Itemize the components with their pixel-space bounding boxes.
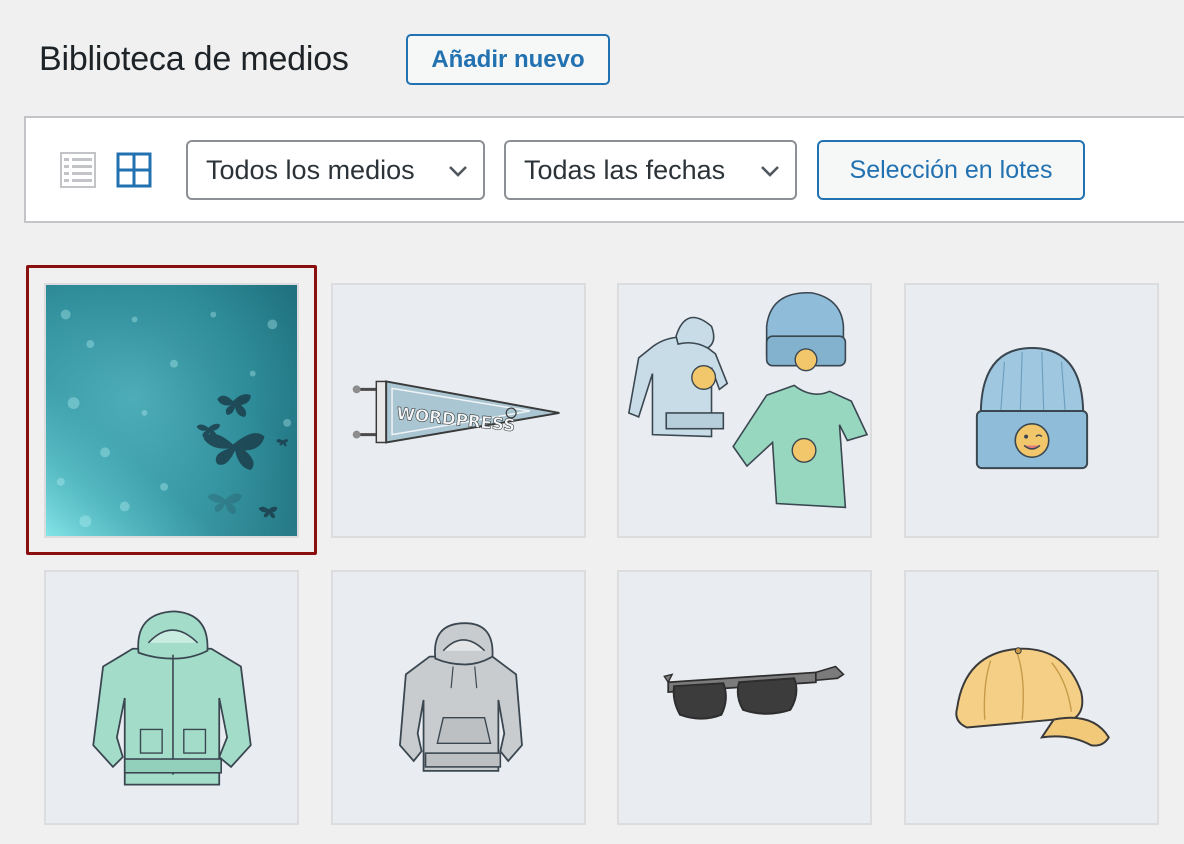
media-item-sunglasses[interactable] xyxy=(617,570,872,825)
media-item-bokeh-butterflies[interactable] xyxy=(44,283,299,538)
media-toolbar: Todos los medios Todas las fechas Selecc… xyxy=(24,116,1184,223)
list-icon xyxy=(60,152,96,188)
grey-hoodie-thumbnail xyxy=(399,622,523,772)
date-select[interactable]: Todas las fechas xyxy=(504,140,797,200)
media-type-select-value: Todos los medios xyxy=(206,154,415,185)
list-view-button[interactable] xyxy=(58,150,98,190)
media-item-cap[interactable] xyxy=(904,570,1159,825)
media-item-clothing-set[interactable] xyxy=(617,283,872,538)
grid-view-button[interactable] xyxy=(114,150,154,190)
media-item-zip-hoodie[interactable] xyxy=(44,570,299,825)
media-type-select[interactable]: Todos los medios xyxy=(186,140,485,200)
media-item-grey-hoodie[interactable] xyxy=(331,570,586,825)
bulk-select-button[interactable]: Selección en lotes xyxy=(817,140,1085,200)
clothing-set-thumbnail xyxy=(627,292,869,509)
date-select-value: Todas las fechas xyxy=(524,154,726,185)
chevron-down-icon xyxy=(449,166,467,177)
bokeh-butterflies-thumbnail xyxy=(46,285,297,536)
media-item-beanie[interactable] xyxy=(904,283,1159,538)
page-title: Biblioteca de medios xyxy=(39,40,349,78)
add-new-button[interactable]: Añadir nuevo xyxy=(406,34,610,85)
sunglasses-thumbnail xyxy=(663,665,845,720)
chevron-down-icon xyxy=(761,166,779,177)
zip-hoodie-thumbnail xyxy=(92,610,252,786)
pennant-thumbnail: WORDPRESS xyxy=(352,380,560,444)
cap-thumbnail xyxy=(955,647,1110,747)
grid-icon xyxy=(116,152,152,188)
media-item-pennant[interactable]: WORDPRESS xyxy=(331,283,586,538)
beanie-thumbnail xyxy=(975,347,1089,470)
